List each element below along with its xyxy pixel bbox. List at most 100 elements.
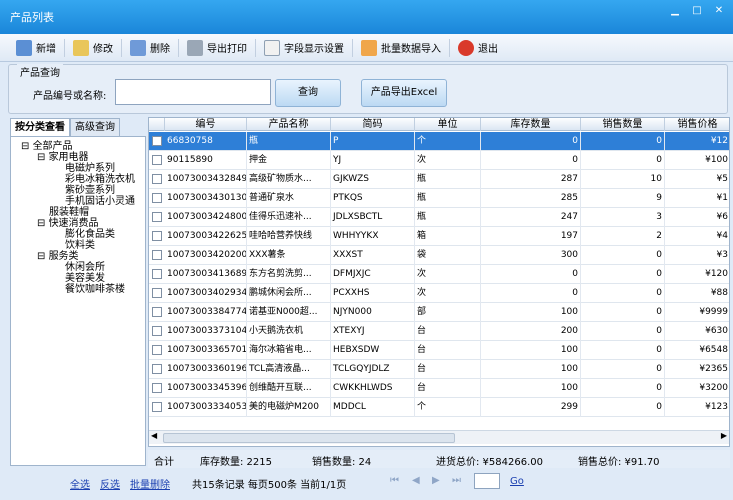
summary-bar: 合计 库存数量: 2215 销售数量: 24 进货总价: ¥584266.00 … xyxy=(148,450,730,468)
tree-node[interactable]: 饮料类 xyxy=(65,240,95,251)
table-row[interactable]: 10073003422625 哇哈哈营养快线 WHHYYKX 箱 197 2 ¥4 xyxy=(149,227,729,246)
bulk-delete-link[interactable]: 批量删除 xyxy=(130,476,170,491)
tree-node[interactable]: 手机固话小灵通 xyxy=(65,196,135,207)
tree-node[interactable]: 紫砂壶系列 xyxy=(65,185,115,196)
table-cell: 0 xyxy=(581,341,665,360)
table-cell: ¥630 xyxy=(665,322,729,341)
row-checkbox[interactable] xyxy=(152,402,162,412)
col-header[interactable]: 编号 xyxy=(165,118,247,131)
footer-bar: 全选 反选 批量删除 共15条记录 每页500条 当前1/1页 ⏮ ◀ ▶ ⏭ … xyxy=(0,470,733,500)
delete-button[interactable]: 删除 xyxy=(124,36,176,60)
next-page-icon[interactable]: ▶ xyxy=(432,475,440,486)
tab-by-category[interactable]: 按分类查看 xyxy=(10,118,70,136)
row-checkbox[interactable] xyxy=(152,250,162,260)
search-button[interactable]: 查询 xyxy=(275,79,341,107)
tree-node[interactable]: ⊟ 家用电器 xyxy=(37,152,89,163)
table-row[interactable]: 10073003334053 美的电磁炉M200 MDDCL 个 299 0 ¥123 xyxy=(149,398,729,417)
table-cell: 0 xyxy=(481,284,581,303)
row-checkbox[interactable] xyxy=(152,326,162,336)
table-row[interactable]: 10073003384774 诺基亚N000超... NJYN000 部 100 0 ¥99… xyxy=(149,303,729,322)
table-row[interactable]: 10073003345396 创维酷开互联... CWKKHLWDS 台 100 0 ¥32… xyxy=(149,379,729,398)
horizontal-scrollbar[interactable]: ◀ ▶ xyxy=(149,430,729,444)
table-row[interactable]: 10073003360196 TCL高清液晶... TCLGQYJDLZ 台 100 0 ¥… xyxy=(149,360,729,379)
row-checkbox[interactable] xyxy=(152,212,162,222)
minimize-icon[interactable]: ▁ xyxy=(667,4,683,18)
add-icon xyxy=(16,39,32,56)
row-checkbox[interactable] xyxy=(152,136,162,146)
table-row[interactable]: 66830758 瓶 P 个 0 0 ¥12 xyxy=(149,132,729,151)
table-cell: 普通矿泉水 xyxy=(247,189,331,208)
table-row[interactable]: 10073003413689 东方名剪洗剪... DFMJXJC 次 0 0 ¥120 xyxy=(149,265,729,284)
table-row[interactable]: 10073003365701 海尔冰箱省电... HEBXSDW 台 100 0 ¥6548 xyxy=(149,341,729,360)
table-cell: 0 xyxy=(481,265,581,284)
table-cell: ¥100 xyxy=(665,151,729,170)
tree-node[interactable]: ⊟ 快速消费品 xyxy=(37,218,99,229)
tree-node[interactable]: ⊟ 服务类 xyxy=(37,251,79,262)
table-row[interactable]: 10073003430130 普通矿泉水 PTKQS 瓶 285 9 ¥1 xyxy=(149,189,729,208)
col-header[interactable]: 库存数量 xyxy=(481,118,581,131)
table-row[interactable]: 90115890 押金 YJ 次 0 0 ¥100 xyxy=(149,151,729,170)
select-all-link[interactable]: 全选 xyxy=(70,476,90,491)
table-cell: 台 xyxy=(415,379,481,398)
title-bar: 产品列表 ▁ □ ✕ xyxy=(0,0,733,34)
col-header[interactable]: 单位 xyxy=(415,118,481,131)
tree-node[interactable]: 膨化食品类 xyxy=(65,229,115,240)
maximize-icon[interactable]: □ xyxy=(689,4,705,18)
table-cell: 瓶 xyxy=(415,189,481,208)
row-checkbox[interactable] xyxy=(152,193,162,203)
search-input[interactable] xyxy=(115,79,271,105)
row-checkbox[interactable] xyxy=(152,231,162,241)
table-cell: 东方名剪洗剪... xyxy=(247,265,331,284)
row-checkbox[interactable] xyxy=(152,345,162,355)
table-row[interactable]: 10073003373104 小天鹅洗衣机 XTEXYJ 台 200 0 ¥630 xyxy=(149,322,729,341)
first-page-icon[interactable]: ⏮ xyxy=(390,475,399,486)
tree-node[interactable]: 美容美发 xyxy=(65,273,105,284)
table-row[interactable]: 10073003420200 XXX薯条 XXXST 袋 300 0 ¥3 xyxy=(149,246,729,265)
col-header[interactable]: 简码 xyxy=(331,118,415,131)
col-header[interactable]: 销售价格 xyxy=(665,118,729,131)
table-cell: 90115890 xyxy=(165,151,247,170)
go-link[interactable]: Go xyxy=(510,476,524,487)
tree-node[interactable]: 服装鞋帽 xyxy=(49,207,89,218)
field-settings-button[interactable]: 字段显示设置 xyxy=(258,36,350,60)
prev-page-icon[interactable]: ◀ xyxy=(412,475,420,486)
last-page-icon[interactable]: ⏭ xyxy=(452,475,461,486)
row-checkbox[interactable] xyxy=(152,383,162,393)
add-button[interactable]: 新增 xyxy=(10,36,62,60)
table-cell: 10073003384774 xyxy=(165,303,247,322)
invert-selection-link[interactable]: 反选 xyxy=(100,476,120,491)
table-cell: DFMJXJC xyxy=(331,265,415,284)
table-cell: 3 xyxy=(581,208,665,227)
row-checkbox[interactable] xyxy=(152,288,162,298)
edit-button[interactable]: 修改 xyxy=(67,36,119,60)
close-icon[interactable]: ✕ xyxy=(711,4,727,18)
table-row[interactable]: 10073003402934 鹏城休闲会所... PCXXHS 次 0 0 ¥88 xyxy=(149,284,729,303)
table-cell: 海尔冰箱省电... xyxy=(247,341,331,360)
scroll-thumb[interactable] xyxy=(163,433,455,443)
col-header[interactable]: 销售数量 xyxy=(581,118,665,131)
col-header[interactable]: 产品名称 xyxy=(247,118,331,131)
page-number-input[interactable] xyxy=(474,473,500,489)
tree-node[interactable]: 餐饮咖啡茶楼 xyxy=(65,284,125,295)
tree-node[interactable]: 电磁炉系列 xyxy=(65,163,115,174)
table-cell: 10073003402934 xyxy=(165,284,247,303)
export-excel-button[interactable]: 产品导出Excel xyxy=(361,79,447,107)
tab-advanced-query[interactable]: 高级查询 xyxy=(70,118,120,136)
exit-button[interactable]: 退出 xyxy=(452,36,504,60)
printer-icon xyxy=(187,39,203,56)
table-row[interactable]: 10073003424800 佳得乐迅速补... JDLXSBCTL 瓶 247 3 ¥6 xyxy=(149,208,729,227)
row-checkbox[interactable] xyxy=(152,155,162,165)
export-print-button[interactable]: 导出打印 xyxy=(181,36,253,60)
scroll-left-icon[interactable]: ◀ xyxy=(151,431,157,440)
table-cell: 0 xyxy=(581,360,665,379)
tree-node[interactable]: 休闲会所 xyxy=(65,262,105,273)
table-row[interactable]: 10073003432849 高级矿物质水... GJKWZS 瓶 287 10 ¥5 xyxy=(149,170,729,189)
row-checkbox[interactable] xyxy=(152,364,162,374)
bulk-import-button[interactable]: 批量数据导入 xyxy=(355,36,447,60)
tree-node[interactable]: 彩电冰箱洗衣机 xyxy=(65,174,135,185)
scroll-right-icon[interactable]: ▶ xyxy=(721,431,727,440)
tree-node[interactable]: ⊟ 全部产品 xyxy=(21,141,73,152)
row-checkbox[interactable] xyxy=(152,269,162,279)
row-checkbox[interactable] xyxy=(152,307,162,317)
row-checkbox[interactable] xyxy=(152,174,162,184)
